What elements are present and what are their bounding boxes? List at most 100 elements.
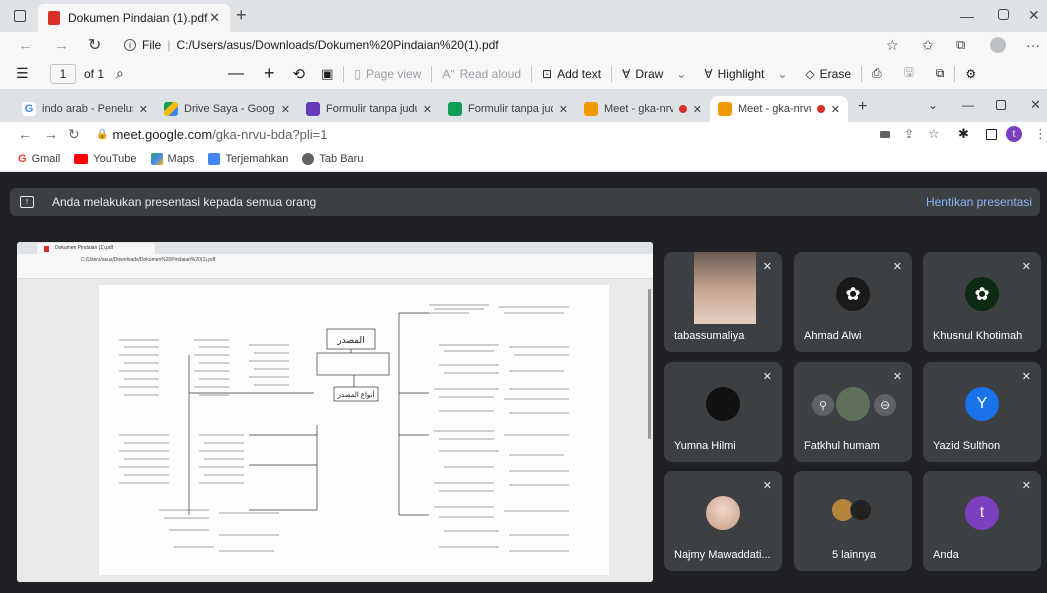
tab-search-icon[interactable]: ⌄ [928, 98, 938, 112]
close-tab-icon[interactable]: ✕ [423, 103, 432, 116]
bookmark-youtube[interactable]: YouTube [74, 153, 137, 165]
profile-avatar[interactable]: t [1006, 126, 1022, 142]
add-text-icon: ⊡ [542, 66, 553, 81]
highlight-button[interactable]: ∀ Highlight ⌄ [704, 67, 787, 81]
participant-avatar: t [965, 496, 999, 530]
gmail-icon: G [18, 152, 27, 165]
muted-mic-icon: ✕ [892, 261, 902, 273]
chrome-tab-5[interactable]: Meet - gka-nrvu- ✕ [576, 96, 710, 122]
close-tab-icon[interactable]: ✕ [559, 103, 568, 116]
chrome-tab-3[interactable]: Formulir tanpa judul ✕ [298, 96, 440, 122]
back-icon[interactable]: ← [18, 126, 32, 142]
close-tab-icon[interactable]: ✕ [693, 103, 702, 116]
chrome-tab-2[interactable]: Drive Saya - Google D✕ [156, 96, 298, 122]
share-icon[interactable]: ⇪ [904, 127, 914, 141]
read-aloud-button[interactable]: Aʺ Read aloud [442, 67, 521, 81]
muted-mic-icon: ✕ [1021, 371, 1031, 383]
camera-icon[interactable] [880, 130, 890, 138]
page-number-input[interactable]: 1 [50, 63, 76, 84]
erase-icon: ◇ [805, 66, 815, 81]
chevron-down-icon: ⌄ [777, 66, 788, 81]
bookmark-star-icon[interactable]: ☆ [928, 126, 940, 142]
participant-tile-others[interactable]: 5 lainnya [794, 471, 912, 571]
participant-tile[interactable]: ✕ Yumna Hilmi [664, 362, 782, 462]
highlight-icon: ∀ [704, 66, 713, 81]
refresh-icon[interactable]: ↻ [68, 126, 80, 143]
menu-icon[interactable]: ⋮ [1034, 126, 1047, 142]
save-as-icon[interactable]: ⧉ [936, 66, 945, 81]
participant-photo [694, 252, 756, 324]
close-tab-icon[interactable]: ✕ [139, 103, 148, 116]
close-tab-icon[interactable]: ✕ [831, 103, 840, 116]
participant-tile[interactable]: ⚲ ⊖ ✕ Fatkhul humam [794, 362, 912, 462]
minimize-button[interactable]: — [962, 98, 974, 112]
bookmark-translate[interactable]: Terjemahkan [208, 152, 288, 165]
url-field[interactable]: i File | C:/Users/asus/Downloads/Dokumen… [124, 38, 499, 52]
chrome-tab-1[interactable]: G indo arab - Penelusur✕ [14, 96, 156, 122]
participant-tile[interactable]: ✕ Najmy Mawaddati... [664, 471, 782, 571]
profile-avatar[interactable] [990, 37, 1006, 53]
remove-icon[interactable]: ⊖ [874, 394, 896, 416]
center-subtitle: أنواع المصدر [337, 390, 375, 399]
forward-icon[interactable]: → [44, 126, 58, 142]
print-icon[interactable]: ⎙ [872, 66, 882, 81]
bookmark-new-tab[interactable]: Tab Baru [302, 152, 363, 165]
participant-tile[interactable]: ✕ tabassumaliya [664, 252, 782, 352]
chevron-down-icon: ⌄ [676, 66, 687, 81]
more-icon[interactable]: ··· [1026, 37, 1040, 53]
edge-tab-pdf[interactable]: Dokumen Pindaian (1).pdf ✕ [38, 4, 230, 32]
bookmark-gmail[interactable]: G Gmail [18, 153, 60, 165]
center-title: المصدر [336, 335, 364, 345]
new-tab-button[interactable]: + [236, 5, 247, 26]
back-icon[interactable]: ← [18, 37, 33, 54]
favorites-icon[interactable]: ✩ [922, 37, 934, 54]
shared-tab-title: Dokumen Pindaian (1).pdf [55, 245, 114, 251]
participant-avatar: ✿ [836, 277, 870, 311]
zoom-in-icon[interactable]: + [264, 63, 275, 84]
erase-button[interactable]: ◇ Erase [805, 67, 851, 81]
participant-tile-self[interactable]: t ✕ Anda [923, 471, 1041, 571]
new-tab-button[interactable]: + [858, 98, 867, 116]
restore-button[interactable] [998, 9, 1009, 20]
collections-icon[interactable]: ⧉ [956, 37, 965, 53]
restore-button[interactable] [996, 100, 1006, 110]
search-icon[interactable]: ⌕ [116, 65, 124, 82]
pin-icon[interactable]: ⚲ [812, 394, 834, 416]
contents-icon[interactable]: ☰ [16, 65, 29, 82]
participant-group-avatars [832, 499, 876, 523]
favorite-icon[interactable]: ☆ [886, 37, 899, 54]
zoom-out-icon[interactable]: — [228, 65, 244, 83]
participant-avatar [706, 496, 740, 530]
close-tab-icon[interactable]: ✕ [209, 10, 220, 26]
settings-icon[interactable]: ⚙ [965, 67, 976, 81]
close-window-button[interactable]: ✕ [1030, 97, 1041, 113]
draw-icon: ∀ [622, 66, 631, 81]
edge-tab-title: Dokumen Pindaian (1).pdf [68, 11, 208, 25]
close-tab-icon[interactable]: ✕ [281, 103, 290, 116]
presenting-banner: ↑ Anda melakukan presentasi kepada semua… [10, 188, 1040, 216]
url-field[interactable]: 🔒 meet.google.com/gka-nrvu-bda?pli=1 [96, 127, 327, 142]
file-label: File [142, 38, 162, 52]
save-icon[interactable]: 🖫 [904, 63, 914, 84]
close-window-button[interactable]: ✕ [1028, 7, 1040, 24]
fit-page-icon[interactable]: ▣ [321, 66, 333, 82]
sheets-icon [448, 102, 462, 116]
minimize-button[interactable]: — [960, 8, 974, 24]
chrome-tab-6[interactable]: Meet - gka-nrvu- ✕ [710, 96, 848, 122]
draw-button[interactable]: ∀ Draw ⌄ [622, 67, 686, 81]
rotate-icon[interactable]: ⟲ [293, 65, 306, 83]
add-text-button[interactable]: ⊡ Add text [542, 67, 601, 81]
participant-tile[interactable]: ✿ ✕ Khusnul Khotimah [923, 252, 1041, 352]
pdf-icon [48, 11, 60, 25]
refresh-icon[interactable]: ↻ [88, 35, 101, 55]
bookmark-maps[interactable]: Maps [150, 152, 194, 165]
participant-tile[interactable]: ✿ ✕ Ahmad Alwi [794, 252, 912, 352]
side-panel-icon[interactable] [986, 128, 997, 140]
chrome-tab-4[interactable]: Formulir tanpa judul✕ [440, 96, 576, 122]
stop-presenting-button[interactable]: Hentikan presentasi [926, 195, 1032, 209]
forward-icon[interactable]: → [54, 37, 69, 54]
extensions-icon[interactable]: ✱ [958, 126, 969, 142]
page-view-button[interactable]: ▯ Page view [354, 67, 421, 81]
participant-tile[interactable]: Y ✕ Yazid Sulthon [923, 362, 1041, 462]
tab-actions-icon[interactable] [14, 10, 26, 22]
